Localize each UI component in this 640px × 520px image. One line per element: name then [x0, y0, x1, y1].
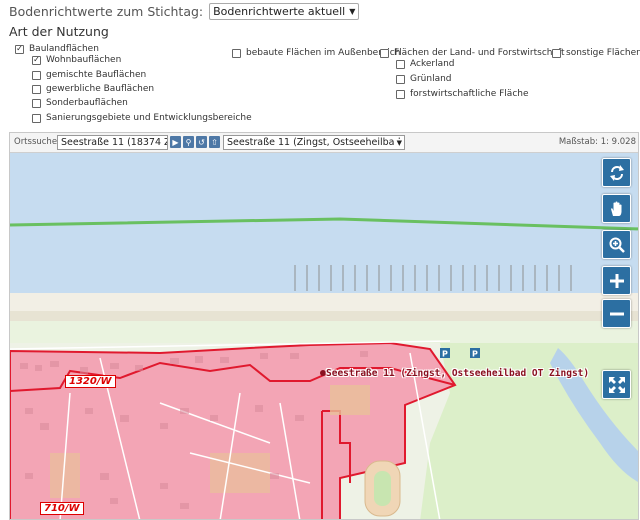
- checkbox-sonderbauflaechen[interactable]: Sonderbauflächen: [32, 98, 128, 108]
- checkbox-label: Flächen der Land- und Forstwirtschaft: [394, 48, 565, 58]
- checkbox-box[interactable]: ✓: [32, 55, 41, 65]
- zoom-out-button[interactable]: [602, 299, 631, 328]
- scale-label: Maßstab:: [558, 137, 598, 147]
- stichtag-row: Bodenrichtwerte zum Stichtag: Bodenricht…: [9, 2, 360, 20]
- checkbox-box[interactable]: [32, 84, 41, 94]
- checkbox-box[interactable]: [232, 48, 241, 58]
- checkbox-gewerbliche-bauflaechen[interactable]: gewerbliche Bauflächen: [32, 84, 154, 94]
- search-icon[interactable]: ⚲: [183, 136, 194, 148]
- checkbox-gruenland[interactable]: Grünland: [396, 74, 452, 84]
- scale-readout: Maßstab: 1: 9.028: [559, 137, 636, 147]
- checkbox-box[interactable]: [32, 113, 41, 123]
- svg-text:P: P: [472, 350, 478, 359]
- checkbox-label: gemischte Bauflächen: [46, 70, 147, 80]
- checkbox-box[interactable]: [552, 48, 561, 58]
- checkbox-label: Sanierungsgebiete und Entwicklungsbereic…: [46, 113, 252, 123]
- checkbox-box[interactable]: [396, 74, 405, 84]
- zoom-in-magnifier-icon: [609, 237, 625, 253]
- ortssuche-input[interactable]: Seestraße 11 (18374 Zingst: [57, 135, 168, 150]
- scale-value: 1: 9.028: [600, 137, 636, 147]
- checkbox-label: Wohnbauflächen: [46, 55, 122, 65]
- plus-icon: [609, 273, 624, 288]
- checkbox-forstwirtschaftliche-flaeche[interactable]: forstwirtschaftliche Fläche: [396, 89, 529, 99]
- map-canvas[interactable]: P P Seestraße 11 (Zingst, Ostseeheilbad …: [10, 153, 638, 519]
- checkbox-box[interactable]: [396, 89, 405, 99]
- checkbox-bebaute-flaechen[interactable]: bebaute Flächen im Außenbereich: [232, 48, 400, 58]
- chevron-down-icon: ▼: [349, 6, 356, 16]
- checkbox-land-forst[interactable]: Flächen der Land- und Forstwirtschaft: [380, 48, 565, 58]
- zone-label-710[interactable]: 710/W: [40, 502, 84, 515]
- map-svg: P P: [10, 153, 638, 519]
- ortssuche-result-select[interactable]: Seestraße 11 (Zingst, Ostseeheilbad OT Z…: [223, 135, 405, 150]
- hand-icon: [610, 201, 621, 216]
- address-label: Seestraße 11 (Zingst, Ostseeheilbad OT Z…: [326, 368, 590, 379]
- dune-area: [10, 321, 638, 343]
- checkbox-wohnbauflaechen[interactable]: ✓ Wohnbauflächen: [32, 55, 121, 65]
- stichtag-label: Bodenrichtwerte zum Stichtag:: [9, 3, 204, 19]
- checkbox-label: Baulandflächen: [29, 44, 99, 54]
- chevron-down-icon: ▼: [394, 139, 402, 147]
- checkbox-sonstige-flaechen[interactable]: sonstige Flächen: [552, 48, 640, 58]
- checkbox-label: gewerbliche Bauflächen: [46, 84, 155, 94]
- checkbox-label: forstwirtschaftliche Fläche: [410, 89, 529, 99]
- play-icon[interactable]: ▶: [170, 136, 181, 148]
- checkbox-box[interactable]: [380, 48, 389, 58]
- checkbox-ackerland[interactable]: Ackerland: [396, 59, 455, 69]
- refresh-icon: [609, 164, 624, 181]
- zoom-box-button[interactable]: [602, 230, 631, 259]
- checkbox-label: Ackerland: [410, 59, 455, 69]
- map-frame: Ortssuche: Seestraße 11 (18374 Zingst ▶ …: [9, 132, 639, 520]
- checkbox-baulandflaechen[interactable]: ✓ Baulandflächen: [15, 44, 99, 54]
- section-title: Art der Nutzung: [9, 24, 109, 39]
- checkbox-label: Grünland: [410, 74, 452, 84]
- result-selected-value: Seestraße 11 (Zingst, Ostseeheilbad OT Z…: [227, 137, 404, 148]
- pan-button[interactable]: [602, 194, 631, 223]
- checkbox-label: bebaute Flächen im Außenbereich: [246, 48, 401, 58]
- checkbox-box[interactable]: [396, 59, 405, 69]
- upload-icon[interactable]: ⇧: [209, 136, 220, 148]
- reset-icon[interactable]: ↺: [196, 136, 207, 148]
- stichtag-selected-value: Bodenrichtwerte aktuell: [213, 4, 346, 18]
- expand-arrows-icon: [608, 376, 625, 393]
- checkbox-box[interactable]: [32, 70, 41, 80]
- checkbox-label: sonstige Flächen: [566, 48, 640, 58]
- svg-text:P: P: [442, 350, 448, 359]
- zone-label-1320[interactable]: 1320/W: [65, 375, 116, 388]
- ortssuche-label: Ortssuche:: [14, 137, 60, 147]
- checkbox-box[interactable]: [32, 98, 41, 108]
- checkbox-gemischte-bauflaechen[interactable]: gemischte Bauflächen: [32, 70, 146, 80]
- fullscreen-button[interactable]: [602, 370, 631, 399]
- zoom-in-button[interactable]: [602, 266, 631, 295]
- minus-icon: [609, 312, 624, 315]
- stichtag-select[interactable]: Bodenrichtwerte aktuell ▼: [209, 2, 360, 20]
- refresh-button[interactable]: [602, 158, 631, 187]
- checkbox-label: Sonderbauflächen: [46, 98, 128, 108]
- checkbox-box[interactable]: ✓: [15, 44, 24, 54]
- sea-area: [10, 153, 638, 303]
- search-bar: Ortssuche: Seestraße 11 (18374 Zingst ▶ …: [10, 133, 638, 153]
- checkbox-sanierungsgebiete[interactable]: Sanierungsgebiete und Entwicklungsbereic…: [32, 113, 252, 123]
